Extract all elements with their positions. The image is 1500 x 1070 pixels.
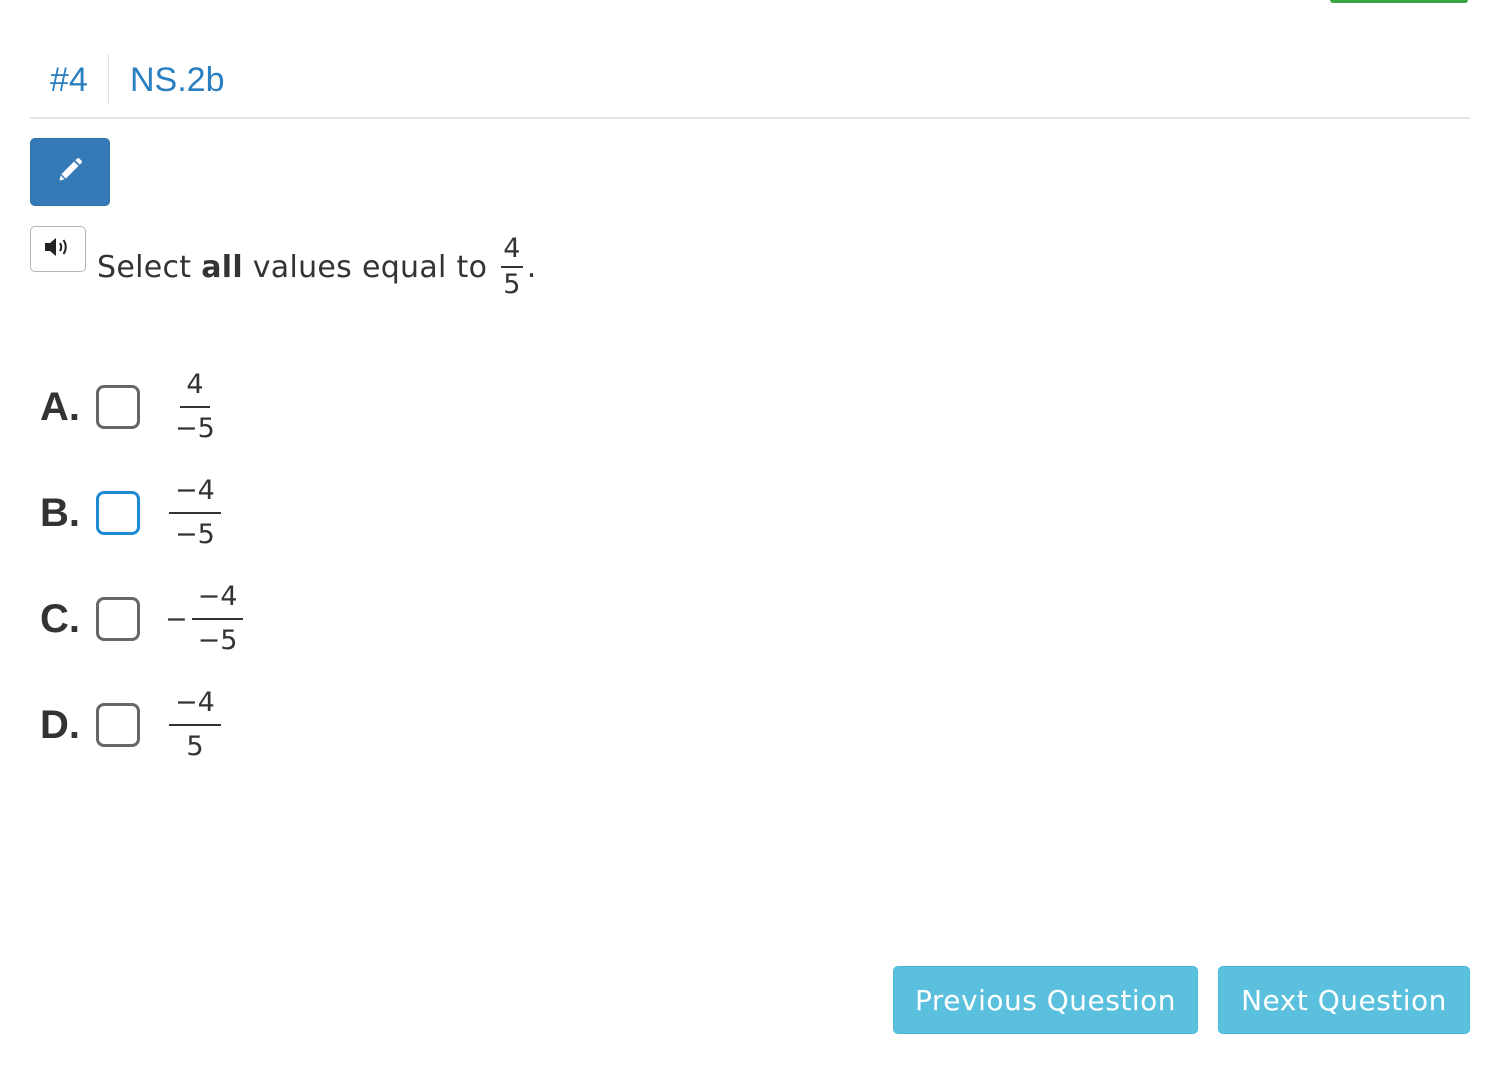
option-c-checkbox[interactable] [96, 597, 140, 641]
top-accent-bar [1330, 0, 1468, 3]
fraction-numerator: 4 [180, 364, 210, 408]
option-b-checkbox[interactable] [96, 491, 140, 535]
option-b-fraction: −4 −5 [169, 470, 221, 556]
fraction-denominator: −5 [197, 625, 238, 656]
fraction-denominator: −5 [175, 519, 215, 550]
question-text: Select all values equal to 4 5 . [97, 232, 537, 302]
question-fraction-numerator: 4 [501, 232, 523, 268]
fraction-numerator: −4 [169, 470, 221, 514]
option-c-fraction: −4 −5 [191, 576, 244, 662]
question-header: #4 NS.2b [30, 54, 1470, 119]
edit-button[interactable] [30, 138, 110, 206]
question-number: #4 [50, 61, 88, 99]
option-c: C. − −4 −5 [40, 572, 247, 666]
standard-link[interactable]: NS.2b [130, 54, 225, 104]
option-d: D. −4 5 [40, 678, 225, 772]
option-d-checkbox[interactable] [96, 703, 140, 747]
option-a: A. 4 −5 [40, 360, 225, 454]
option-letter: C. [40, 596, 80, 641]
negative-sign: − [165, 603, 188, 635]
fraction-denominator: −5 [175, 413, 215, 444]
option-letter: B. [40, 490, 80, 535]
question-emphasis: all [201, 249, 243, 285]
question-prefix: Select [97, 249, 202, 285]
option-letter: A. [40, 384, 80, 429]
speaker-icon [43, 236, 73, 262]
pencil-icon [56, 156, 84, 188]
question-fraction: 4 5 [501, 232, 523, 302]
option-a-fraction: 4 −5 [169, 364, 221, 450]
fraction-denominator: 5 [186, 731, 204, 762]
fraction-numerator: −4 [191, 576, 244, 620]
question-fraction-denominator: 5 [503, 269, 521, 300]
question-suffix: values equal to [242, 249, 488, 285]
option-d-fraction: −4 5 [169, 682, 221, 768]
option-letter: D. [40, 702, 80, 747]
read-aloud-button[interactable] [30, 226, 86, 272]
option-a-checkbox[interactable] [96, 385, 140, 429]
header-divider [108, 54, 109, 104]
question-period: . [526, 249, 537, 285]
fraction-numerator: −4 [169, 682, 221, 726]
previous-question-button[interactable]: Previous Question [893, 966, 1198, 1034]
option-b: B. −4 −5 [40, 466, 225, 560]
next-question-button[interactable]: Next Question [1218, 966, 1470, 1034]
